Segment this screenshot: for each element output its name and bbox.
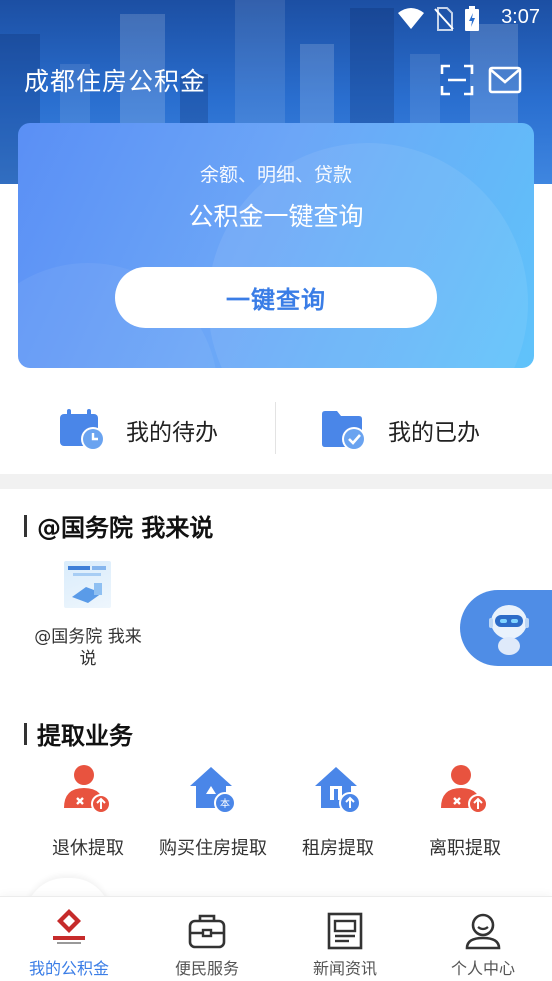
gwy-item-label[interactable]: @国务院 我来说: [34, 626, 142, 670]
gwy-thumbnail[interactable]: [64, 561, 111, 608]
my-done-label: 我的已办: [388, 420, 480, 446]
section-separator: [0, 474, 552, 489]
rent-icon: [315, 767, 361, 814]
wifi-icon: [398, 8, 424, 29]
one-click-query-button[interactable]: 一键查询: [115, 267, 437, 328]
mail-icon[interactable]: [488, 64, 522, 96]
section-marker: [24, 722, 27, 745]
bottom-nav: 我的公积金 便民服务 新闻资讯 个人中心: [0, 896, 552, 981]
divider: [275, 402, 276, 454]
my-todo-label: 我的待办: [126, 420, 218, 446]
resign-withdraw-label: 离职提取: [429, 838, 501, 859]
section-header-gwy: @国务院 我来说: [24, 508, 213, 543]
retire-withdraw-icon: [64, 765, 111, 814]
card-title: 公积金一键查询: [188, 202, 364, 231]
rent-withdraw-label: 租房提取: [302, 838, 374, 859]
section-marker: [24, 514, 27, 537]
housing-fund-logo-icon: [53, 909, 85, 944]
retire-withdraw-item[interactable]: 退休提取: [23, 762, 153, 860]
rent-withdraw-item[interactable]: 租房提取: [273, 762, 403, 860]
query-card: 余额、明细、贷款 公积金一键查询 一键查询: [18, 123, 534, 368]
section-header-withdraw: 提取业务: [24, 716, 133, 751]
section-title-withdraw: 提取业务: [37, 722, 133, 750]
user-icon: [465, 913, 501, 950]
svg-text:本: 本: [220, 797, 230, 810]
status-bar: 3:07: [0, 0, 552, 38]
nav-label: 便民服务: [174, 959, 239, 978]
app-title: 成都住房公积金: [24, 67, 207, 96]
resign-withdraw-item[interactable]: 离职提取: [400, 762, 530, 860]
house-purchase-icon: 本: [190, 767, 236, 814]
section-title-gwy: @国务院 我来说: [37, 514, 214, 542]
no-sim-icon: [434, 7, 454, 31]
briefcase-icon: [188, 914, 226, 949]
my-todo-button[interactable]: 我的待办: [58, 388, 218, 472]
nav-label: 我的公积金: [28, 959, 109, 978]
assistant-robot-button[interactable]: [460, 590, 552, 666]
house-purchase-item[interactable]: 本 购买住房提取: [148, 762, 278, 860]
scan-icon[interactable]: [440, 64, 474, 96]
folder-check-icon: [322, 411, 366, 451]
card-subtitle: 余额、明细、贷款: [199, 164, 352, 186]
house-purchase-label: 购买住房提取: [159, 838, 267, 859]
my-done-button[interactable]: 我的已办: [320, 388, 480, 472]
task-row: 我的待办 我的已办: [0, 388, 552, 472]
gwy-banner-image: [68, 566, 106, 603]
robot-icon: [489, 605, 529, 655]
resign-withdraw-icon: [441, 765, 488, 814]
nav-profile[interactable]: 个人中心: [414, 897, 552, 981]
nav-my-fund[interactable]: 我的公积金: [0, 897, 138, 981]
withdraw-grid: 退休提取 本 购买住房提取 租房提取 离职提取: [0, 762, 552, 872]
calendar-clock-icon: [60, 409, 105, 451]
nav-label: 个人中心: [450, 959, 515, 978]
battery-charging-icon: [465, 6, 479, 31]
nav-label: 新闻资讯: [312, 959, 377, 978]
status-time: 3:07: [501, 6, 540, 28]
newspaper-icon: [327, 912, 363, 950]
nav-services[interactable]: 便民服务: [138, 897, 276, 981]
retire-withdraw-label: 退休提取: [52, 838, 124, 859]
nav-news[interactable]: 新闻资讯: [276, 897, 414, 981]
